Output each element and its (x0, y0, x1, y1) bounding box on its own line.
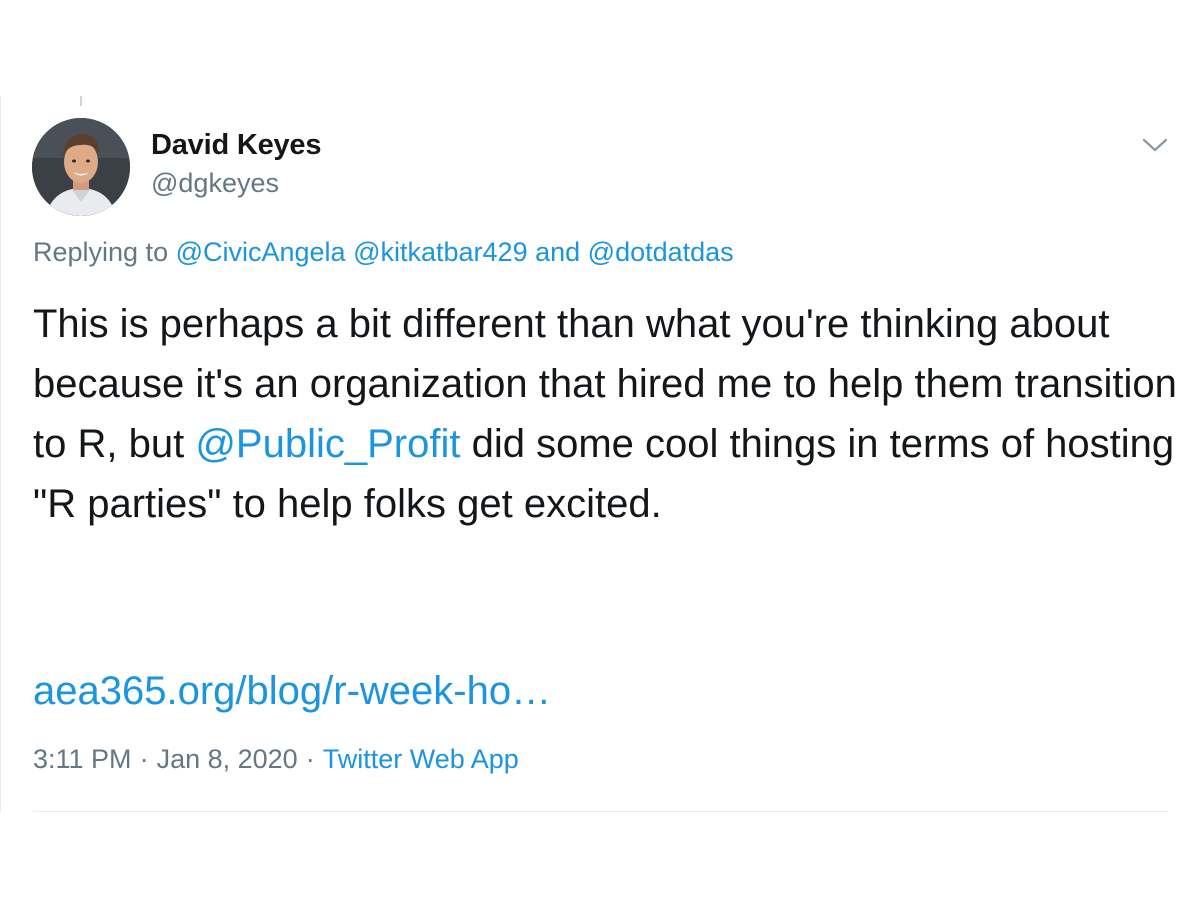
tweet: David Keyes @dgkeyes Replying to @CivicA… (0, 96, 1200, 816)
divider (33, 811, 1168, 812)
tweet-date[interactable]: Jan 8, 2020 (157, 744, 298, 774)
blog-link[interactable]: aea365.org/blog/r-week-ho… (33, 661, 551, 721)
meta-separator: · (139, 744, 149, 774)
author-name[interactable]: David Keyes (151, 129, 321, 162)
left-border (0, 96, 1, 812)
mention-kitkatbar429[interactable]: @kitkatbar429 (353, 237, 528, 267)
thread-connector (80, 96, 82, 106)
mention-dotdatdas[interactable]: @dotdatdas (588, 237, 734, 267)
mention-public-profit[interactable]: @Public_Profit (195, 422, 460, 466)
replying-to: Replying to @CivicAngela @kitkatbar429 a… (33, 237, 734, 268)
mention-civicangela[interactable]: @CivicAngela (176, 237, 346, 267)
avatar[interactable] (32, 118, 130, 216)
tweet-text: This is perhaps a bit different than wha… (33, 294, 1183, 534)
tweet-time[interactable]: 3:11 PM (33, 744, 132, 774)
replying-prefix: Replying to (33, 237, 176, 267)
replying-conjunction: and (527, 237, 588, 267)
meta-separator-2: · (305, 744, 315, 774)
chevron-down-icon[interactable] (1138, 130, 1172, 160)
tweet-meta: 3:11 PM · Jan 8, 2020 · Twitter Web App (33, 744, 519, 775)
author-handle[interactable]: @dgkeyes (151, 168, 279, 199)
tweet-source[interactable]: Twitter Web App (323, 744, 519, 774)
